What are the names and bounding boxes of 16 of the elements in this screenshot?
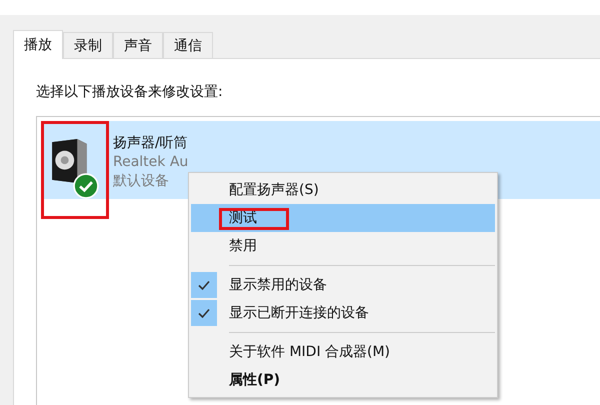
menu-item[interactable]: 测试 [191,204,495,232]
tab[interactable]: 录制 [63,32,113,58]
tab[interactable]: 通信 [163,32,213,58]
tab[interactable]: 声音 [113,32,163,58]
menu-item[interactable]: 属性(P) [191,366,495,394]
menu-item[interactable]: 显示已断开连接的设备 [191,299,495,327]
menu-item[interactable]: 禁用 [191,232,495,260]
checkmark-icon [197,306,211,320]
device-driver: Realtek Au [113,154,188,170]
menu-item[interactable]: 关于软件 MIDI 合成器(M) [191,338,495,366]
checkmark-icon [197,278,211,292]
device-status: 默认设备 [113,172,170,190]
device-name: 扬声器/听筒 [113,134,188,152]
menu-item[interactable]: 显示禁用的设备 [191,271,495,299]
tab[interactable]: 播放 [13,30,63,59]
instruction-text: 选择以下播放设备来修改设置: [36,83,224,101]
